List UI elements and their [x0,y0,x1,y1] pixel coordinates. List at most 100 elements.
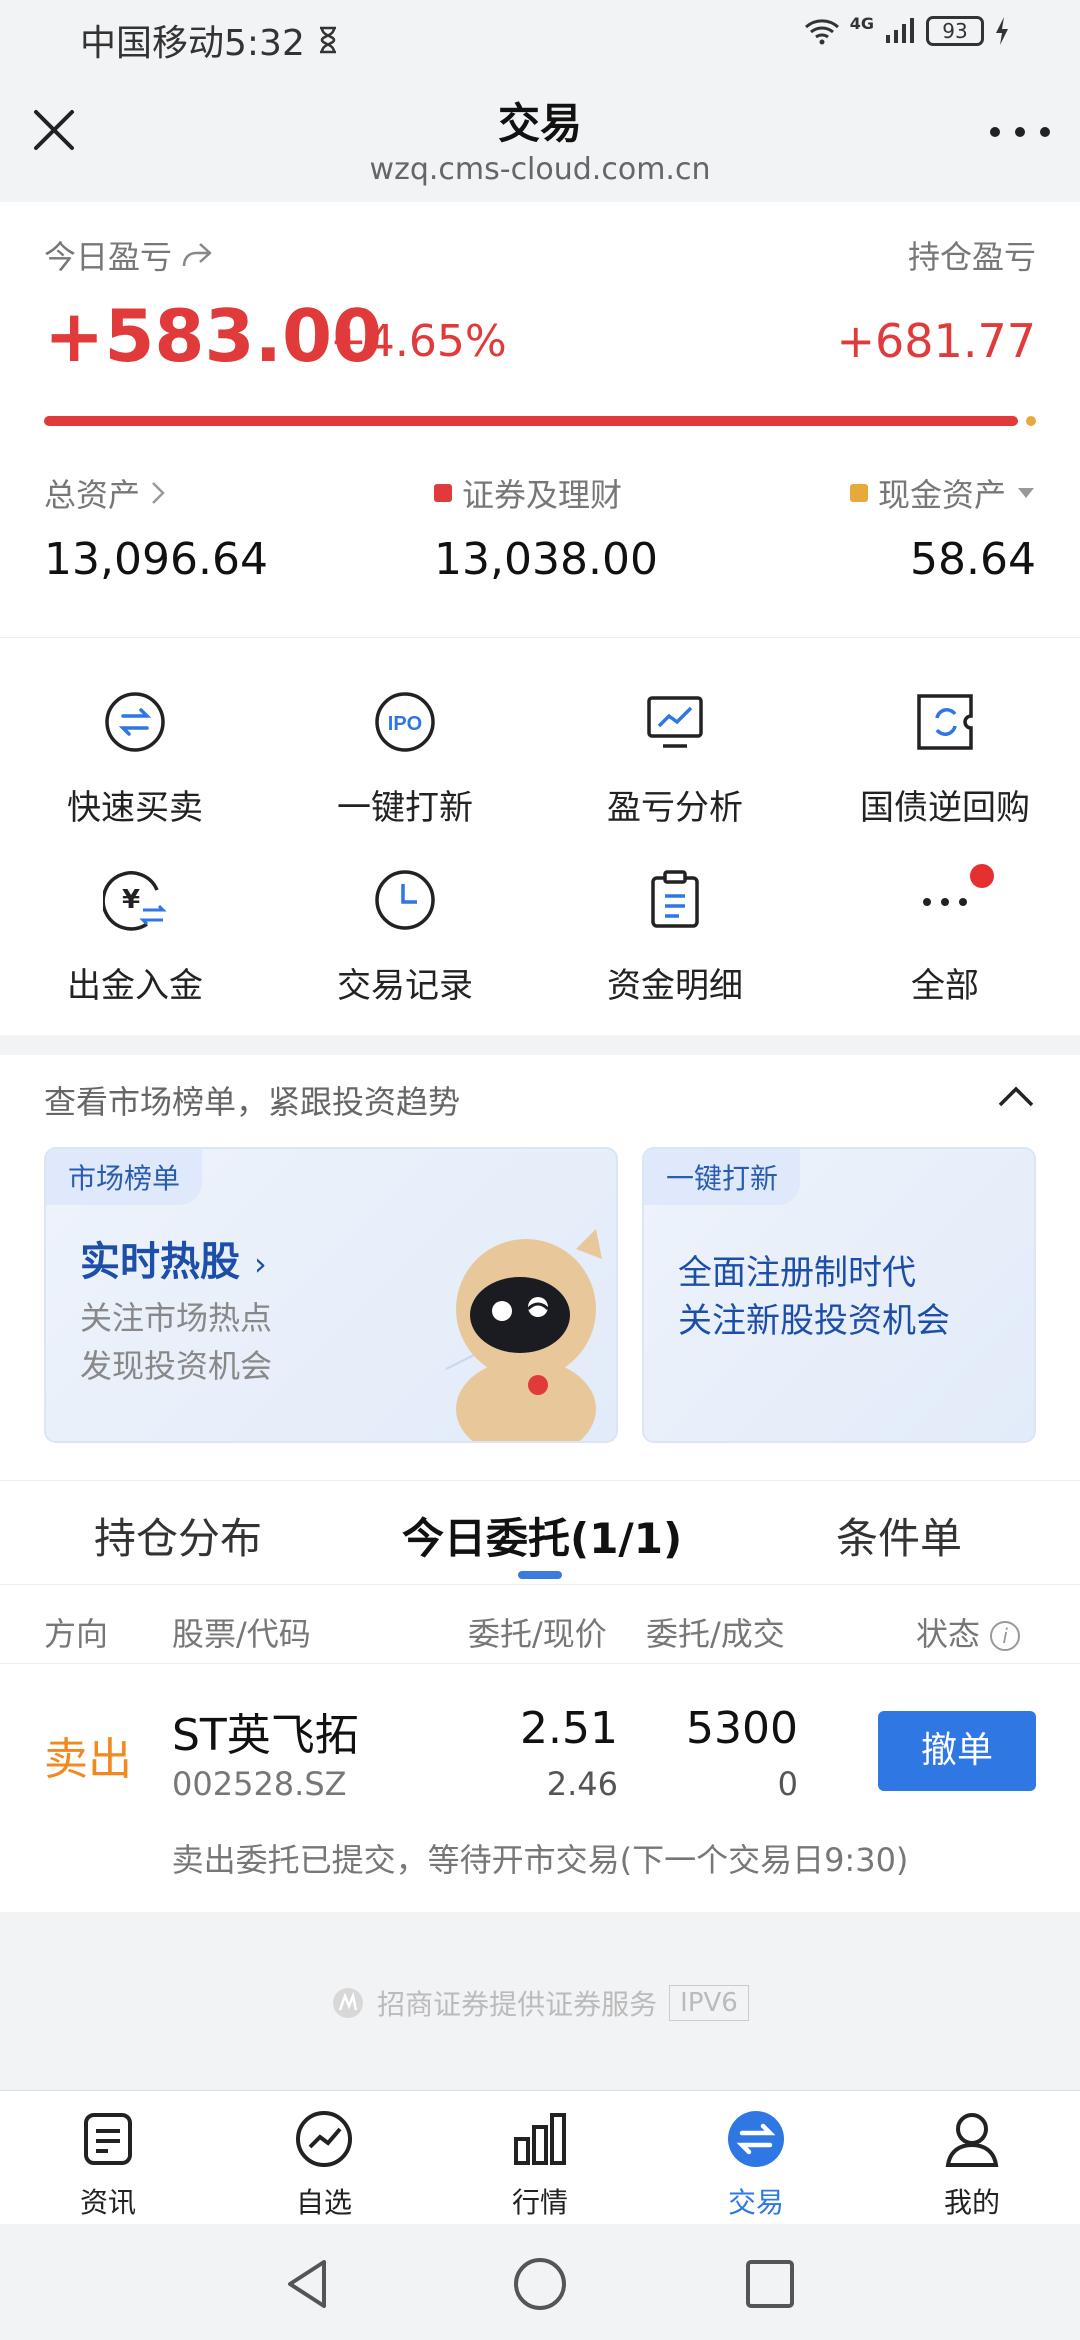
status-carrier-time: 中国移动5:32 [80,14,339,66]
hold-pl-label: 持仓盈亏 [907,238,1036,276]
ipv6-badge: IPV6 [669,1985,749,2021]
action-label: 全部 [911,966,979,1006]
tab-today-orders[interactable]: 今日委托(1/1) [402,1505,682,1566]
nav-trade[interactable]: 交易 [648,2109,864,2221]
current-price: 2.46 [546,1765,618,1803]
ipo-icon: IPO [375,692,435,752]
col-stock: 股票/代码 [172,1615,311,1653]
cash-allocation-dot [1026,416,1036,426]
cash-assets-dropdown[interactable]: 现金资产 [849,470,1036,516]
total-assets-label: 总资产 [44,476,141,514]
action-all[interactable]: 全部 [810,864,1080,1007]
more-options-button[interactable] [990,120,1050,144]
tab-conditional-orders[interactable]: 条件单 [836,1505,962,1566]
card-tag: 一键打新 [644,1149,801,1205]
quick-actions-grid: 快速买卖 IPO 一键打新 盈亏分析 国债逆回购 ¥ 出金入金 交易记录 资金明… [0,637,1080,1035]
stock-name: ST英飞拓 [172,1710,359,1761]
action-transfer[interactable]: ¥ 出金入金 [0,868,270,1007]
chevron-right-icon: › [253,1245,267,1283]
order-direction: 卖出 [44,1734,132,1785]
card-line: 关注市场热点 [80,1299,273,1337]
card-line: 关注新股投资机会 [678,1301,950,1341]
recents-icon[interactable] [742,2256,798,2312]
orders-tabs: 持仓分布 今日委托(1/1) 条件单 [0,1481,1080,1585]
cash-value: 58.64 [910,534,1036,585]
filled-volume: 0 [777,1765,798,1803]
action-label: 一键打新 [337,788,473,828]
notification-dot [970,864,994,888]
info-icon[interactable]: i [990,1621,1021,1651]
carrier-time-text: 中国移动5:32 [80,23,305,64]
trade-icon [728,2111,784,2167]
mascot-illustration [445,1229,602,1441]
securities-label: 证券及理财 [462,476,623,514]
news-icon [84,2113,132,2165]
orders-section: 持仓分布 今日委托(1/1) 条件单 方向 股票/代码 委托/现价 委托/成交 … [0,1480,1080,1912]
action-bond-repo[interactable]: 国债逆回购 [810,690,1080,829]
market-section-title: 查看市场榜单，紧跟投资趋势 [44,1083,461,1121]
asset-allocation-bar [44,416,1018,426]
today-pl-percent: +4.65% [330,316,507,367]
back-icon[interactable] [280,2256,336,2312]
action-fund-details[interactable]: 资金明细 [540,868,810,1007]
tab-positions[interactable]: 持仓分布 [94,1505,262,1566]
today-pl-label: 今日盈亏 [44,238,173,276]
provider-text: 招商证券提供证券服务 [377,1988,658,2021]
nav-watchlist[interactable]: 自选 [216,2109,432,2221]
col-direction: 方向 [44,1615,109,1653]
action-trade-records[interactable]: 交易记录 [270,868,540,1007]
action-label: 快速买卖 [67,788,203,828]
order-status-note: 卖出委托已提交，等待开市交易(下一个交易日9:30) [171,1841,909,1879]
bottom-navigation: 资讯 自选 行情 交易 我的 [0,2090,1080,2224]
chart-monitor-icon [647,696,703,748]
action-label: 出金入金 [67,966,203,1006]
nav-label: 资讯 [79,2186,136,2219]
order-price: 2.51 [520,1703,618,1754]
col-price: 委托/现价 [468,1615,607,1653]
profile-icon [945,2113,999,2167]
system-navigation [0,2224,1080,2340]
ipo-card[interactable]: 一键打新 全面注册制时代 关注新股投资机会 [642,1147,1036,1443]
nav-news[interactable]: 资讯 [0,2109,216,2221]
total-assets-value: 13,096.64 [44,534,268,585]
battery-icon: 93 [926,16,984,46]
hold-pl-value: +681.77 [836,314,1037,368]
chevron-up-icon[interactable] [996,1085,1036,1109]
market-section: 查看市场榜单，紧跟投资趋势 市场榜单 实时热股 › 关注市场热点 发现投资机会 … [0,1055,1080,1480]
nav-label: 自选 [295,2186,352,2219]
hot-stocks-title: 实时热股 [80,1239,240,1285]
securities-legend-swatch [434,484,452,502]
hot-stocks-card[interactable]: 市场榜单 实时热股 › 关注市场热点 发现投资机会 [44,1147,618,1443]
more-dots-icon [923,898,967,906]
watchlist-icon [296,2111,352,2167]
total-assets-link[interactable]: 总资产 [44,470,166,516]
app-header: 交易 wzq.cms-cloud.com.cn [0,72,1080,202]
col-volume: 委托/成交 [646,1615,785,1653]
nav-profile[interactable]: 我的 [864,2109,1080,2221]
home-icon[interactable] [512,2256,568,2312]
caret-down-icon [1018,488,1034,498]
bond-repo-icon [917,694,973,750]
order-volume: 5300 [686,1703,798,1754]
signal-icon [886,18,914,43]
card-tag: 市场榜单 [46,1149,203,1205]
market-bars-icon [514,2113,566,2165]
today-pl-header[interactable]: 今日盈亏 [44,232,214,278]
network-type: 4G [849,13,874,33]
charging-icon [996,17,1008,45]
nav-label: 我的 [943,2186,1000,2219]
cancel-order-button[interactable]: 撤单 [878,1711,1036,1791]
share-icon[interactable] [180,240,214,270]
action-pl-analysis[interactable]: 盈亏分析 [540,690,810,829]
action-quick-trade[interactable]: 快速买卖 [0,690,270,829]
clock-icon [375,870,435,930]
divider [0,1663,1080,1664]
action-ipo[interactable]: IPO 一键打新 [270,690,540,829]
card-line: 全面注册制时代 [678,1253,916,1293]
securities-value: 13,038.00 [434,534,658,585]
page-url: wzq.cms-cloud.com.cn [369,152,711,187]
nav-market[interactable]: 行情 [432,2109,648,2221]
wifi-icon [804,19,839,45]
chevron-right-icon [152,482,165,504]
stock-code: 002528.SZ [172,1765,347,1803]
